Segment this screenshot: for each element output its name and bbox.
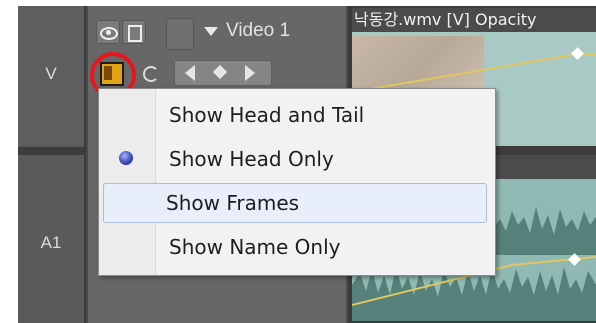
menu-item-label: Show Name Only [169,235,341,259]
menu-item-show-frames[interactable]: Show Frames [103,183,487,223]
keyframe-prev-icon[interactable] [185,65,195,81]
eye-icon[interactable] [96,20,120,44]
audio-track-label: A1 [40,233,62,252]
track-divider [18,147,84,155]
video-track-label: V [45,64,57,83]
keyframe-add-icon[interactable] [212,64,228,80]
video-track-name: Video 1 [226,20,291,41]
radio-selected-icon [119,151,133,165]
video-clip-title: 낙동강.wmv [V] Opacity [352,8,596,32]
keyframe-next-icon[interactable] [245,65,255,81]
menu-item-show-name-only[interactable]: Show Name Only [103,227,487,267]
video-track-label-area[interactable]: V [18,6,84,146]
menu-item-show-head-and-tail[interactable]: Show Head and Tail [103,95,487,135]
keyframe-navigator [174,60,272,86]
menu-item-show-head-only[interactable]: Show Head Only [103,139,487,179]
film-icon[interactable] [122,20,146,44]
chevron-down-icon[interactable] [204,27,218,36]
sync-icon[interactable] [143,66,159,82]
display-style-menu: Show Head and Tail Show Head Only Show F… [98,88,496,276]
menu-item-label: Show Head and Tail [169,103,365,127]
menu-item-label: Show Frames [166,191,300,215]
audio-track-label-area[interactable]: A1 [18,155,84,323]
track-lock-box[interactable] [166,18,194,50]
menu-item-label: Show Head Only [169,147,334,171]
track-label-column: V A1 [18,6,86,323]
